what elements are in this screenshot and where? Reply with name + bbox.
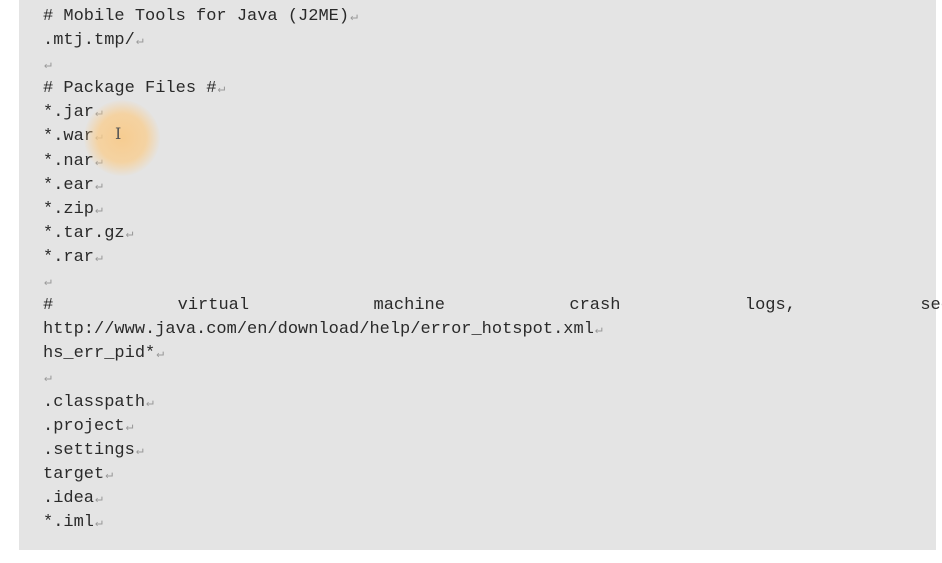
code-line: *.tar.gz↵: [43, 222, 942, 246]
paragraph-mark-icon: ↵: [135, 442, 144, 458]
code-line-text: *.war: [43, 127, 95, 147]
code-line-text: hs_err_pid*: [43, 344, 156, 364]
code-line: .idea↵: [43, 487, 942, 511]
code-line: ↵: [43, 366, 942, 390]
paragraph-mark-icon: ↵: [594, 322, 603, 338]
code-line-text: # Package Files #: [43, 79, 217, 99]
code-line-text: *.ear: [43, 175, 95, 195]
code-line: *.nar↵: [43, 150, 942, 174]
code-text-block[interactable]: # Mobile Tools for Java (J2ME)↵ .mtj.tmp/…: [19, 0, 942, 550]
code-line-text: .idea: [43, 488, 95, 508]
code-line: hs_err_pid*↵: [43, 342, 942, 366]
code-line: *.iml↵: [43, 511, 942, 535]
code-line-text: *.tar.gz: [43, 223, 125, 243]
code-line: *.jar↵: [43, 101, 942, 125]
code-line: http://www.java.com/en/download/help/err…: [43, 318, 942, 342]
code-lines: # Mobile Tools for Java (J2ME)↵ .mtj.tmp/…: [43, 5, 942, 535]
paragraph-mark-icon: ↵: [44, 370, 52, 386]
paragraph-mark-icon: ↵: [95, 201, 103, 217]
code-word: machine: [373, 296, 445, 316]
code-line: .classpath↵: [43, 391, 942, 415]
paragraph-mark-icon: ↵: [125, 418, 134, 434]
code-word: #: [43, 296, 54, 316]
code-line-text: *.rar: [43, 247, 95, 267]
code-line: *.ear↵: [43, 174, 942, 198]
paragraph-mark-icon: ↵: [135, 33, 144, 49]
paragraph-mark-icon: ↵: [95, 249, 103, 265]
code-line-text: .settings: [43, 440, 135, 460]
code-line-text: *.jar: [43, 103, 95, 123]
code-line: # Package Files #↵: [43, 77, 942, 101]
paragraph-mark-icon: ↵: [95, 177, 103, 193]
document-page: # Mobile Tools for Java (J2ME)↵ .mtj.tmp/…: [0, 0, 942, 563]
code-line: .project↵: [43, 415, 942, 439]
paragraph-mark-icon: ↵: [125, 225, 134, 241]
paragraph-mark-icon: ↵: [95, 490, 103, 506]
paragraph-mark-icon: ↵: [146, 394, 154, 410]
code-line-text: target: [43, 464, 105, 484]
paragraph-mark-icon: ↵: [350, 9, 358, 24]
code-line: target↵: [43, 463, 942, 487]
code-line: .mtj.tmp/↵: [43, 29, 942, 53]
code-line-text: *.iml: [43, 512, 95, 532]
code-line: .settings↵: [43, 439, 942, 463]
code-line-text: # Mobile Tools for Java (J2ME): [43, 7, 350, 26]
paragraph-mark-icon: ↵: [95, 129, 103, 145]
code-line: ↵: [43, 270, 942, 294]
code-line: *.rar↵: [43, 246, 942, 270]
paragraph-mark-icon: ↵: [217, 81, 226, 97]
code-word: see: [920, 296, 942, 316]
code-line: *.zip↵: [43, 198, 942, 222]
paragraph-mark-icon: ↵: [44, 274, 52, 290]
paragraph-mark-icon: ↵: [156, 346, 165, 362]
paragraph-mark-icon: ↵: [44, 57, 52, 73]
paragraph-mark-icon: ↵: [95, 153, 103, 169]
code-line: ↵: [43, 53, 942, 77]
code-word: crash: [569, 296, 621, 316]
code-word: virtual: [177, 296, 250, 316]
code-line-text: http://www.java.com/en/download/help/err…: [43, 320, 594, 340]
code-line: # Mobile Tools for Java (J2ME)↵: [43, 5, 942, 29]
code-line: *.war↵: [43, 125, 942, 149]
paragraph-mark-icon: ↵: [95, 514, 103, 530]
code-line-text: *.zip: [43, 199, 95, 219]
code-line-text: .classpath: [43, 392, 146, 412]
code-line-text: *.nar: [43, 151, 95, 171]
paragraph-mark-icon: ↵: [105, 466, 114, 482]
code-line-text: .mtj.tmp/: [43, 31, 135, 51]
paragraph-mark-icon: ↵: [95, 105, 103, 121]
code-line: # virtual machine crash logs, see: [43, 294, 942, 318]
code-word: logs,: [744, 296, 796, 316]
code-line-text: .project: [43, 416, 125, 436]
